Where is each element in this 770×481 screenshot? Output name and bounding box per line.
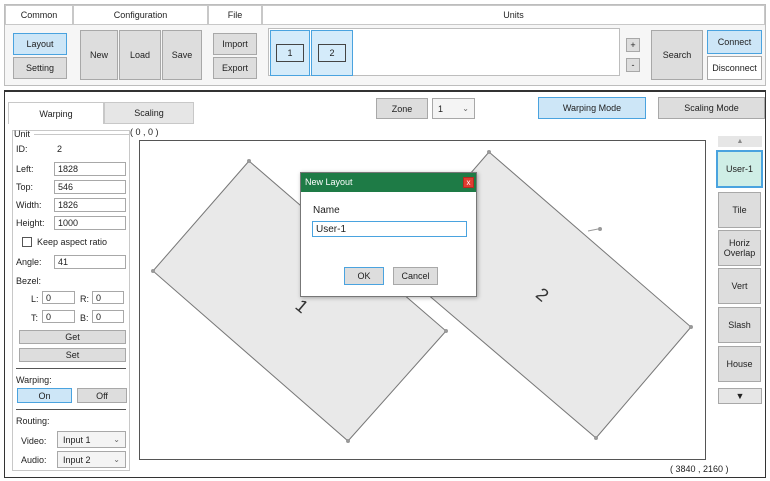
bezel-b-field[interactable]: 0 [92,310,124,323]
connect-button[interactable]: Connect [707,30,762,54]
scaling-mode-button[interactable]: Scaling Mode [658,97,765,119]
unit-tile-1-label: 1 [276,44,304,62]
unit-tile-1[interactable]: 1 [270,30,310,76]
chevron-down-icon: ⌄ [113,435,120,444]
layout-preset-horiz-overlap[interactable]: Horiz Overlap [718,230,761,266]
left-label: Left: [16,164,34,174]
zone-select-value: 1 [438,103,444,114]
group-header-units: Units [262,5,765,25]
zone-select[interactable]: 1 ⌄ [432,98,475,119]
audio-select-value: Input 2 [63,454,91,465]
height-field[interactable]: 1000 [54,216,126,230]
unit-title-rule [34,134,130,135]
group-header-common: Common [5,5,73,25]
dialog-cancel-button[interactable]: Cancel [393,267,438,285]
tab-scaling[interactable]: Scaling [104,102,194,124]
group-header-configuration: Configuration [73,5,208,25]
angle-label: Angle: [16,257,42,267]
width-field[interactable]: 1826 [54,198,126,212]
corner-handle [247,159,251,163]
video-select-value: Input 1 [63,434,91,445]
corner-handle [594,436,598,440]
chevron-down-icon: ⌄ [462,104,469,113]
scroll-up-button[interactable]: ▲ [718,136,762,147]
dialog-title: New Layout [305,177,353,187]
warping-mode-button[interactable]: Warping Mode [538,97,646,119]
chevron-down-icon: ⌄ [113,455,120,464]
video-select[interactable]: Input 1 ⌄ [57,431,126,448]
group-header-file: File [208,5,262,25]
close-icon[interactable]: x [463,177,474,188]
left-field[interactable]: 1828 [54,162,126,176]
top-field[interactable]: 546 [54,180,126,194]
routing-label: Routing: [16,416,50,426]
export-button[interactable]: Export [213,57,257,79]
layout-name-input[interactable]: User-1 [312,221,467,237]
keep-aspect-checkbox[interactable] [22,237,32,247]
keep-aspect-label: Keep aspect ratio [37,237,108,247]
bezel-t-field[interactable]: 0 [42,310,75,323]
new-button[interactable]: New [80,30,118,80]
scroll-down-button[interactable]: ▼ [718,388,762,404]
rotation-handle-2 [587,228,599,232]
layout-preset-house[interactable]: House [718,346,761,382]
corner-handle [689,325,693,329]
width-label: Width: [16,200,42,210]
top-label: Top: [16,182,34,192]
unit-tile-2-label: 2 [318,44,346,62]
canvas-origin-label: ( 0 , 0 ) [130,127,159,137]
layout-preset-user-1[interactable]: User-1 [716,150,763,188]
id-value: 2 [57,144,63,154]
tab-warping[interactable]: Warping [8,102,104,124]
add-unit-button[interactable]: + [626,38,640,52]
bezel-l-field[interactable]: 0 [42,291,75,304]
bezel-l-label: L: [31,294,39,304]
corner-handle [444,329,448,333]
set-button[interactable]: Set [19,348,126,362]
search-button[interactable]: Search [651,30,703,80]
layout-preset-tile[interactable]: Tile [718,192,761,228]
remove-unit-button[interactable]: - [626,58,640,72]
id-label: ID: [16,144,28,154]
load-button[interactable]: Load [119,30,161,80]
corner-handle [151,269,155,273]
rotation-handle [598,227,602,231]
corner-handle [487,150,491,154]
audio-label: Audio: [21,455,47,465]
dialog-name-label: Name [313,205,340,216]
warping-on-button[interactable]: On [17,388,72,403]
get-button[interactable]: Get [19,330,126,344]
audio-select[interactable]: Input 2 ⌄ [57,451,126,468]
bezel-r-field[interactable]: 0 [92,291,124,304]
bezel-r-label: R: [80,294,89,304]
zone-label: Zone [376,98,428,119]
divider [16,368,126,369]
disconnect-button[interactable]: Disconnect [707,56,762,80]
layout-button[interactable]: Layout [13,33,67,55]
divider [16,409,126,410]
warping-label: Warping: [16,375,52,385]
import-button[interactable]: Import [213,33,257,55]
bezel-t-label: T: [31,313,39,323]
corner-handle [346,439,350,443]
save-button[interactable]: Save [162,30,202,80]
angle-field[interactable]: 41 [54,255,126,269]
setting-button[interactable]: Setting [13,57,67,79]
unit-tile-2[interactable]: 2 [311,30,353,76]
dialog-ok-button[interactable]: OK [344,267,384,285]
dialog-title-bar: New Layout x [301,173,476,192]
layout-preset-slash[interactable]: Slash [718,307,761,343]
new-layout-dialog: New Layout x Name User-1 OK Cancel [300,172,477,297]
video-label: Video: [21,436,47,446]
bezel-b-label: B: [80,313,89,323]
canvas-extent-label: ( 3840 , 2160 ) [670,464,729,474]
layout-preset-vert[interactable]: Vert [718,268,761,304]
bezel-label: Bezel: [16,276,42,286]
warping-off-button[interactable]: Off [77,388,127,403]
height-label: Height: [16,218,45,228]
unit-panel-title: Unit [14,129,31,139]
